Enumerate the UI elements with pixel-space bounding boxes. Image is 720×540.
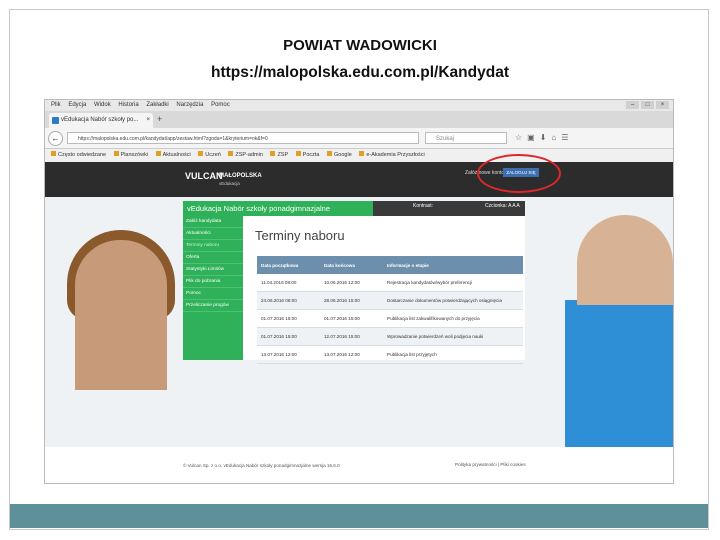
bookmark-icon — [51, 151, 56, 156]
font-size-control[interactable]: Czcionka: A A A — [485, 203, 520, 209]
bookmark-icon — [155, 151, 161, 156]
site-header: VULCAN MAŁOPOLSKA vEdukacja Załóż nowe k… — [45, 154, 673, 197]
tab-close-icon[interactable]: × — [146, 113, 150, 128]
table-cell: Publikacja list przyjętych — [383, 345, 523, 364]
vulcan-logo: VULCAN — [185, 171, 223, 181]
menu-file[interactable]: Plik — [51, 100, 61, 111]
column-header: Data początkowa — [257, 256, 320, 274]
back-icon[interactable]: ← — [48, 131, 63, 146]
menu-bookmarks[interactable]: Zakładki — [146, 100, 168, 111]
table-cell: 01.07.2016 15:00 — [257, 327, 320, 346]
sidebar-item[interactable]: Przeliczanie progów — [183, 300, 243, 312]
privacy-link[interactable]: Polityka prywatności | Pliki cookies — [455, 462, 526, 467]
bookmark-item[interactable]: Często odwiedzane — [51, 149, 106, 162]
bookmark-icon — [228, 151, 234, 156]
table-cell: Rejestracja kandydatów/wybór preferencji — [383, 274, 523, 292]
table-cell: 11.04.2016 08:00 — [257, 274, 320, 292]
bookmark-item[interactable]: e-Akademia Przyszłości — [359, 149, 425, 162]
column-header: Data końcowa — [320, 256, 383, 274]
bookmark-icon — [327, 151, 333, 156]
nav-bar: ← https://malopolska.edu.com.pl/kandydat… — [45, 128, 673, 149]
table-cell: 24.06.2016 08:00 — [257, 291, 320, 310]
table-cell: 12.07.2016 15:00 — [320, 327, 383, 346]
bookmark-icon — [295, 151, 301, 156]
sidebar-item[interactable]: Aktualności — [183, 228, 243, 240]
favicon-icon — [52, 117, 59, 124]
highlight-circle — [477, 154, 561, 193]
menu-edit[interactable]: Edycja — [68, 100, 86, 111]
bookmarks-bar: Często odwiedzane Planszówki Aktualności… — [45, 149, 673, 163]
browser-screenshot: Plik Edycja Widok Historia Zakładki Narz… — [45, 100, 673, 483]
bookmark-item[interactable]: Google — [327, 149, 352, 162]
student-left — [75, 240, 167, 390]
sidebar: Załóż kandydata Aktualności Terminy nabo… — [183, 216, 243, 360]
table-cell: Dostarczanie dokumentów potwierdzających… — [383, 291, 523, 310]
page-title: Terminy naboru — [255, 228, 345, 243]
sidebar-item-active[interactable]: Terminy naboru — [183, 240, 243, 252]
slide-footer-bar — [10, 504, 708, 528]
table-cell: 28.06.2016 15:00 — [320, 291, 383, 310]
student-right — [577, 215, 673, 305]
table-cell: 01.07.2016 15:00 — [257, 309, 320, 328]
main-content: Terminy naboru Data początkowa Data końc… — [243, 216, 525, 364]
bookmark-icon — [198, 151, 204, 156]
minimize-icon[interactable]: – — [626, 101, 639, 109]
address-bar[interactable]: https://malopolska.edu.com.pl/kandydat/a… — [67, 132, 419, 144]
sidebar-item[interactable]: Oferta — [183, 252, 243, 264]
bookmark-icon — [270, 151, 276, 156]
bookmark-icon — [359, 151, 365, 156]
table-cell: Publikacja list zakwalifikowanych do prz… — [383, 309, 523, 328]
table-cell: 10.06.2016 12:00 — [320, 274, 383, 292]
bookmark-item[interactable]: Uczeń — [198, 149, 221, 162]
table-cell: Wprowadzanie potwierdzeń woli podjęcia n… — [383, 327, 523, 346]
table-cell: 13.07.2016 12:00 — [257, 345, 320, 364]
toolbar-icons[interactable]: ☆▣⬇⌂☰ — [515, 133, 573, 142]
table-row: 01.07.2016 15:00 12.07.2016 15:00 Wprowa… — [257, 327, 523, 346]
bookmark-item[interactable]: Poczta — [295, 149, 320, 162]
sidebar-item[interactable]: Załóż kandydata — [183, 216, 243, 228]
browser-menubar: Plik Edycja Widok Historia Zakładki Narz… — [45, 100, 673, 111]
bookmark-icon — [113, 151, 119, 156]
search-input[interactable]: Szukaj — [425, 132, 507, 144]
table-row: 13.07.2016 12:00 13.07.2016 12:00 Publik… — [257, 345, 523, 364]
site-footer-copyright: © Vulcan Sp. z o.o. vEdukacja Nabór szko… — [183, 463, 340, 468]
tab-bar: vEdukacja Nabór szkoły po... × + — [45, 111, 673, 128]
table-row: 11.04.2016 08:00 10.06.2016 12:00 Rejest… — [257, 274, 523, 292]
menu-help[interactable]: Pomoc — [211, 100, 230, 111]
student-right-shirt — [565, 300, 673, 447]
bookmark-item[interactable]: ZSP-admin — [228, 149, 263, 162]
sidebar-item[interactable]: Pomoc — [183, 288, 243, 300]
table-row: 01.07.2016 15:00 01.07.2016 15:00 Publik… — [257, 309, 523, 328]
bookmark-item[interactable]: ZSP — [270, 149, 288, 162]
contrast-label: Kontrast: — [413, 203, 434, 209]
bookmark-item[interactable]: Aktualności — [155, 149, 191, 162]
slide-url: https://malopolska.edu.com.pl/Kandydat — [211, 64, 509, 81]
slide-title: POWIAT WADOWICKI — [283, 37, 437, 54]
bookmark-item[interactable]: Planszówki — [113, 149, 148, 162]
close-window-icon[interactable]: × — [656, 101, 669, 109]
panel-title: vEdukacja Nabór szkoły ponadgimnazjalne — [183, 201, 373, 216]
menu-view[interactable]: Widok — [94, 100, 111, 111]
menu-history[interactable]: Historia — [118, 100, 138, 111]
table-cell: 13.07.2016 12:00 — [320, 345, 383, 364]
region-name: MAŁOPOLSKA — [219, 173, 262, 179]
region-subtitle: vEdukacja — [219, 181, 240, 186]
table-cell: 01.07.2016 15:00 — [320, 309, 383, 328]
maximize-icon[interactable]: □ — [641, 101, 654, 109]
schedule-table: Data początkowa Data końcowa Informacje … — [257, 256, 523, 364]
sidebar-item[interactable]: Statystyki Limitów — [183, 264, 243, 276]
column-header: Informacje o etapie — [383, 256, 523, 274]
tab-title: vEdukacja Nabór szkoły po... — [61, 117, 139, 123]
sidebar-item[interactable]: Plik do pobrania — [183, 276, 243, 288]
browser-tab[interactable]: vEdukacja Nabór szkoły po... × — [49, 113, 153, 128]
new-tab-icon[interactable]: + — [157, 114, 162, 124]
menu-tools[interactable]: Narzędzia — [176, 100, 203, 111]
table-row: 24.06.2016 08:00 28.06.2016 15:00 Dostar… — [257, 291, 523, 310]
